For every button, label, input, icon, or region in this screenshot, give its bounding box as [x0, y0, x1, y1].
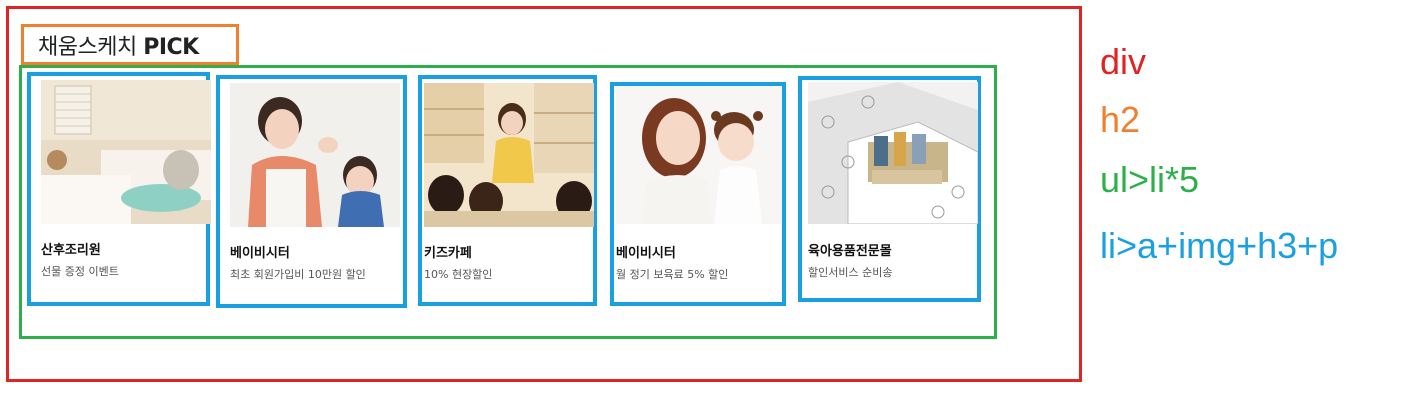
- card-desc-3: 10% 현장할인: [424, 268, 493, 281]
- legend-h2: h2: [1100, 99, 1141, 140]
- card-image-1[interactable]: [41, 80, 211, 224]
- card-desc-5: 할인서비스 순비송: [808, 266, 893, 279]
- heading-pick: PICK: [143, 34, 199, 60]
- li-card-4[interactable]: 베이비시터 월 정기 보육료 5% 할인: [610, 82, 786, 306]
- card-image-4[interactable]: [616, 86, 782, 224]
- h2-outline: 채움스케치 PICK: [21, 24, 239, 65]
- card-title-5: 육아용품전문몰: [808, 244, 892, 259]
- heading-main: 채움스케치: [38, 34, 144, 60]
- card-image-5[interactable]: [808, 82, 978, 224]
- li-card-2[interactable]: 베이비시터 최초 회원가입비 10만원 할인: [216, 75, 407, 308]
- card-title-4: 베이비시터: [616, 246, 676, 261]
- card-title-2: 베이비시터: [230, 246, 290, 261]
- card-desc-2: 최초 회원가입비 10만원 할인: [230, 268, 366, 281]
- li-card-5[interactable]: 육아용품전문몰 할인서비스 순비송: [798, 76, 981, 302]
- card-title-3: 키즈카페: [424, 246, 472, 261]
- li-card-3[interactable]: 키즈카페 10% 현장할인: [418, 75, 597, 306]
- legend-li-children: li>a+img+h3+p: [1100, 225, 1339, 266]
- card-title-1: 산후조리원: [41, 243, 101, 258]
- section-heading: 채움스케치 PICK: [38, 29, 199, 61]
- li-card-1[interactable]: 산후조리원 선물 증정 이벤트: [27, 72, 211, 306]
- legend-ul-li: ul>li*5: [1100, 159, 1200, 200]
- card-image-3[interactable]: [424, 83, 594, 227]
- card-image-2[interactable]: [230, 83, 400, 227]
- card-desc-1: 선물 증정 이벤트: [41, 265, 119, 278]
- legend-div: div: [1100, 41, 1147, 82]
- card-desc-4: 월 정기 보육료 5% 할인: [616, 268, 729, 281]
